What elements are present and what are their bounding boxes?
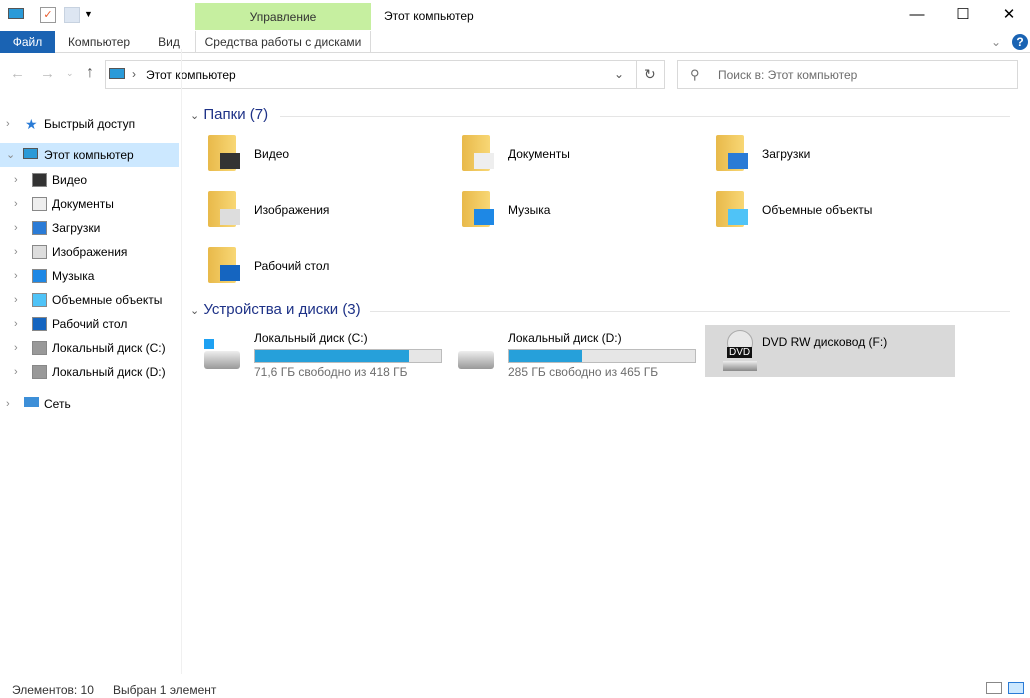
selection-count: Выбран 1 элемент: [113, 683, 217, 697]
folder-pictures[interactable]: Изображения: [190, 191, 440, 243]
computer-icon: [8, 8, 24, 19]
nav-video[interactable]: › Видео: [0, 168, 179, 192]
downloads-icon: [32, 221, 47, 235]
nav-local-disk-d[interactable]: › Локальный диск (D:): [0, 360, 179, 384]
folder-3d-objects[interactable]: Объемные объекты: [698, 191, 948, 243]
maximize-button[interactable]: ☐: [940, 0, 986, 30]
drive-f-dvd[interactable]: DVD DVD RW дисковод (F:): [705, 325, 955, 377]
local-disk-d-icon: [32, 365, 47, 379]
window-title: Этот компьютер: [384, 9, 474, 23]
title-bar: ✓ ▼ Управление Этот компьютер — ☐ ✕: [0, 0, 1030, 31]
local-disk-c-icon: [32, 341, 47, 355]
drive-d[interactable]: Локальный диск (D:) 285 ГБ свободно из 4…: [444, 325, 704, 379]
computer-icon: [23, 148, 38, 159]
drive-icon: [204, 351, 240, 369]
nav-quick-access[interactable]: › ★ Быстрый доступ: [0, 112, 179, 136]
expand-ribbon-icon[interactable]: ⌄: [988, 31, 1004, 53]
drive-name: DVD RW дисковод (F:): [762, 335, 888, 349]
nav-3d-objects[interactable]: › Объемные объекты: [0, 288, 179, 312]
folder-icon: [462, 191, 494, 227]
refresh-icon[interactable]: ↻: [644, 66, 656, 83]
help-icon[interactable]: ?: [1012, 34, 1028, 50]
nav-desktop[interactable]: › Рабочий стол: [0, 312, 179, 336]
music-icon: [32, 269, 47, 283]
address-bar[interactable]: › Этот компьютер ⌄ ↻: [105, 60, 665, 89]
status-bar: Элементов: 10 Выбран 1 элемент: [0, 680, 1030, 698]
folder-icon: [462, 135, 494, 171]
folder-icon: [208, 247, 240, 283]
pictures-icon: [32, 245, 47, 259]
nav-local-disk-c[interactable]: › Локальный диск (C:): [0, 336, 179, 360]
large-icons-view-icon[interactable]: [1008, 682, 1024, 694]
folder-icon: [716, 191, 748, 227]
search-input[interactable]: ⚲ Поиск в: Этот компьютер: [677, 60, 1018, 89]
search-placeholder: Поиск в: Этот компьютер: [718, 68, 858, 82]
search-icon: ⚲: [690, 67, 700, 82]
nav-network[interactable]: › Сеть: [0, 392, 179, 416]
dvd-badge: DVD: [727, 347, 753, 358]
folder-video[interactable]: Видео: [190, 135, 440, 187]
close-button[interactable]: ✕: [986, 0, 1030, 30]
nav-downloads[interactable]: › Загрузки: [0, 216, 179, 240]
properties-icon[interactable]: ✓: [40, 7, 56, 23]
details-view-icon[interactable]: [986, 682, 1002, 694]
documents-icon: [32, 197, 47, 211]
drives-group-header[interactable]: ⌄ Устройства и диски (3): [190, 301, 1020, 318]
drive-icon: [458, 351, 494, 369]
network-icon: [24, 397, 39, 407]
nav-music[interactable]: › Музыка: [0, 264, 179, 288]
windows-logo-icon: [204, 339, 214, 349]
context-tab-manage[interactable]: Управление: [195, 3, 371, 30]
drive-c[interactable]: Локальный диск (C:) 71,6 ГБ свободно из …: [190, 325, 450, 379]
address-dropdown-icon[interactable]: ⌄: [614, 67, 624, 81]
navigation-pane: › ★ Быстрый доступ ⌄ Этот компьютер › Видео ›…: [0, 49, 182, 674]
desktop-icon: [32, 317, 47, 331]
nav-documents[interactable]: › Документы: [0, 192, 179, 216]
customize-quick-access-icon[interactable]: ▼: [84, 9, 100, 25]
folder-icon: [716, 135, 748, 171]
folder-downloads[interactable]: Загрузки: [698, 135, 948, 187]
folders-group-header[interactable]: ⌄ Папки (7): [190, 106, 1020, 123]
minimize-button[interactable]: —: [894, 0, 940, 30]
3d-objects-icon: [32, 293, 47, 307]
item-count: Элементов: 10: [12, 683, 94, 697]
folder-music[interactable]: Музыка: [444, 191, 694, 243]
nav-pictures[interactable]: › Изображения: [0, 240, 179, 264]
star-icon: ★: [25, 116, 38, 132]
nav-this-pc[interactable]: ⌄ Этот компьютер: [0, 143, 179, 167]
new-folder-icon[interactable]: [64, 7, 80, 23]
usage-bar: [508, 349, 696, 363]
usage-bar: [254, 349, 442, 363]
drive-icon: [723, 361, 757, 371]
video-icon: [32, 173, 47, 187]
tab-disk-tools[interactable]: Средства работы с дисками: [195, 31, 371, 53]
folder-icon: [208, 135, 240, 171]
folder-desktop[interactable]: Рабочий стол: [190, 247, 440, 299]
folder-icon: [208, 191, 240, 227]
folder-documents[interactable]: Документы: [444, 135, 694, 187]
